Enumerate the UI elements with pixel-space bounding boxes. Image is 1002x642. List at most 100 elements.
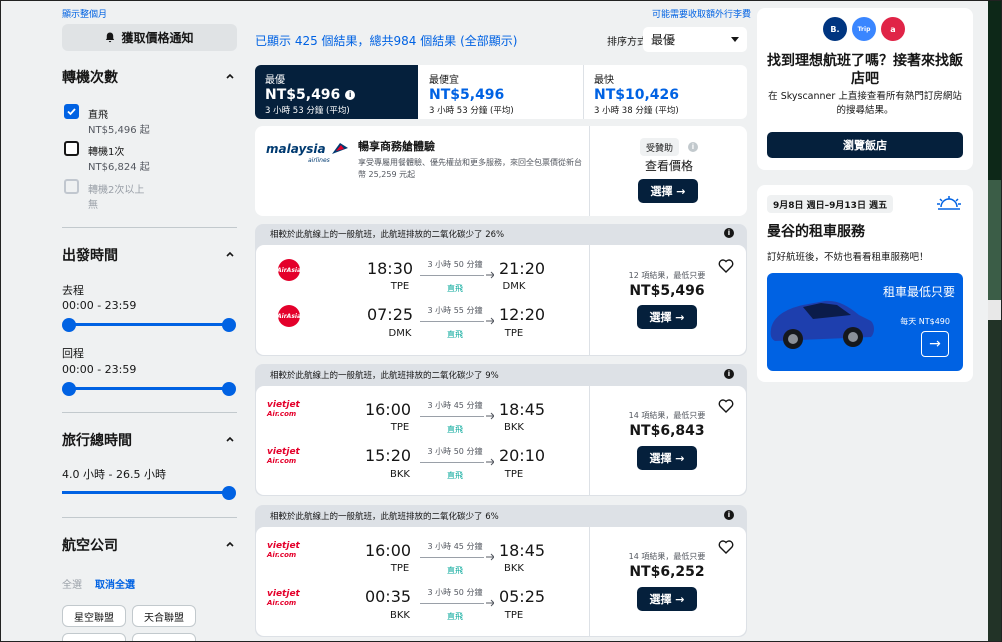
baggage-fees-link[interactable]: 可能需要收取額外行李費: [652, 7, 751, 20]
select-button[interactable]: 選擇 →: [637, 446, 697, 470]
kite-icon: [331, 142, 348, 154]
airasia-logo: AirAsia: [277, 305, 301, 327]
stops-option-price: NT$5,496 起: [88, 125, 150, 136]
alliance-star-alliance[interactable]: 星空聯盟: [62, 605, 126, 627]
deals-count: 14 項結果，最低只要: [628, 411, 706, 420]
stops-option-label: 轉機2次以上: [88, 185, 145, 196]
heart-icon[interactable]: [718, 258, 734, 274]
sun-icon: [937, 196, 961, 210]
arrival-time: 21:20: [498, 259, 546, 278]
return-time-slider[interactable]: [69, 387, 229, 390]
heart-icon[interactable]: [718, 398, 734, 414]
slider-handle-min[interactable]: [62, 318, 76, 332]
trip-logo: Trip: [852, 17, 876, 41]
arrow-right-icon[interactable]: →: [921, 331, 949, 357]
divider: [589, 386, 590, 495]
result-price: NT$6,843: [629, 423, 705, 439]
tab-duration: 3 小時 53 分鐘 (平均): [265, 106, 350, 116]
tab-best[interactable]: 最優 NT$5,496 i 3 小時 53 分鐘 (平均): [255, 65, 418, 119]
stops-label: 直飛: [447, 612, 463, 621]
vietjet-logo: vietjet Air.com: [267, 541, 300, 560]
sort-select[interactable]: 最優: [643, 27, 747, 52]
route-line: [420, 462, 484, 463]
chevron-up-icon[interactable]: [225, 71, 235, 81]
caret-down-icon: [731, 37, 739, 42]
departure-time: 07:25: [366, 305, 414, 324]
slider-handle-max[interactable]: [222, 382, 236, 396]
ad-title: 暢享商務艙體驗: [358, 140, 435, 153]
slider-handle-max[interactable]: [222, 486, 236, 500]
tab-cheapest[interactable]: 最便宜 NT$5,496 3 小時 53 分鐘 (平均): [419, 65, 582, 119]
heart-icon[interactable]: [718, 539, 734, 555]
duration-slider[interactable]: [62, 491, 229, 494]
malaysia-airlines-logo: malaysia airlines: [266, 138, 352, 164]
sort-tabs: 最優 NT$5,496 i 3 小時 53 分鐘 (平均) 最便宜 NT$5,4…: [255, 65, 747, 119]
vietjet-logo: vietjet Air.com: [267, 447, 300, 466]
tab-label: 最快: [594, 75, 614, 86]
deselect-all-link[interactable]: 取消全選: [95, 576, 135, 591]
info-icon[interactable]: i: [724, 228, 734, 238]
select-all-link: 全選: [62, 580, 82, 591]
arrival-time: 18:45: [498, 400, 546, 419]
departure-time: 15:20: [364, 446, 412, 465]
tab-price: NT$10,426: [594, 87, 680, 103]
show-whole-month-link[interactable]: 顯示整個月: [62, 7, 107, 20]
car-image: [770, 300, 874, 349]
chevron-up-icon[interactable]: [225, 539, 235, 549]
result-price: NT$6,252: [629, 564, 705, 580]
sponsored-badge: 受贊助: [640, 138, 680, 156]
arrival-time: 05:25: [498, 587, 546, 606]
browse-hotels-button[interactable]: 瀏覽飯店: [767, 132, 963, 158]
tab-label: 最優: [265, 75, 285, 86]
car-promo-title: 曼谷的租車服務: [767, 224, 865, 240]
slider-handle-max[interactable]: [222, 318, 236, 332]
duration-range: 4.0 小時 - 26.5 小時: [62, 468, 166, 481]
tab-fastest[interactable]: 最快 NT$10,426 3 小時 38 分鐘 (平均): [584, 65, 747, 119]
checkbox-one-stop[interactable]: [64, 141, 79, 156]
tab-price: NT$5,496 i: [265, 87, 418, 103]
departure-time: 16:00: [364, 400, 412, 419]
check-icon: [67, 108, 76, 116]
stops-option-price: NT$6,824 起: [88, 162, 150, 173]
alliance-pill[interactable]: [62, 633, 126, 642]
arrival-airport: TPE: [504, 610, 524, 621]
sort-label: 排序方式: [607, 37, 647, 48]
ad-select-button[interactable]: 選擇 →: [638, 179, 698, 203]
results-count[interactable]: 已顯示 425 個結果，總共984 個結果 (全部顯示): [255, 32, 517, 49]
checkbox-two-plus-stops: [64, 179, 79, 194]
chevron-up-icon[interactable]: [225, 249, 235, 259]
checkbox-direct[interactable]: [64, 104, 79, 119]
flight-duration: 3 小時 50 分鐘: [427, 447, 483, 456]
divider: [62, 227, 237, 228]
chevron-up-icon[interactable]: [225, 434, 235, 444]
flight-duration: 3 小時 55 分鐘: [427, 306, 483, 315]
filter-sidebar: 顯示整個月 獲取價格通知 轉機次數 直飛 NT$5,496 起 轉機1次 NT$…: [0, 0, 250, 642]
hotel-promo-title: 找到理想航班了嗎？接著來找飯店吧: [767, 53, 963, 87]
agoda-logo: a: [881, 17, 905, 41]
alliance-skyteam[interactable]: 天合聯盟: [132, 605, 196, 627]
tab-duration: 3 小時 38 分鐘 (平均): [594, 106, 679, 116]
flight-duration: 3 小時 50 分鐘: [427, 260, 483, 269]
tab-duration: 3 小時 53 分鐘 (平均): [429, 106, 514, 116]
deals-count: 14 項結果，最低只要: [628, 552, 706, 561]
route-line: [420, 321, 484, 322]
divider: [62, 412, 237, 413]
price-alert-button[interactable]: 獲取價格通知: [62, 24, 237, 51]
slider-handle-min[interactable]: [62, 382, 76, 396]
journey-duration-title: 旅行總時間: [62, 433, 132, 449]
select-button[interactable]: 選擇 →: [637, 587, 697, 611]
outbound-time-slider[interactable]: [69, 323, 229, 326]
stops-label: 直飛: [447, 425, 463, 434]
select-button[interactable]: 選擇 →: [637, 305, 697, 329]
stops-option-label: 直飛: [88, 110, 108, 121]
info-icon[interactable]: i: [688, 142, 698, 152]
info-icon[interactable]: i: [724, 510, 734, 520]
info-icon[interactable]: i: [724, 369, 734, 379]
departure-time: 18:30: [366, 259, 414, 278]
route-line: [420, 603, 484, 604]
alliance-pill[interactable]: [132, 633, 196, 642]
arrival-time: 18:45: [498, 541, 546, 560]
car-dates-badge: 9月8日 週日–9月13日 週五: [767, 195, 894, 213]
background-window-edge: [988, 0, 1002, 642]
info-icon: i: [345, 90, 356, 100]
